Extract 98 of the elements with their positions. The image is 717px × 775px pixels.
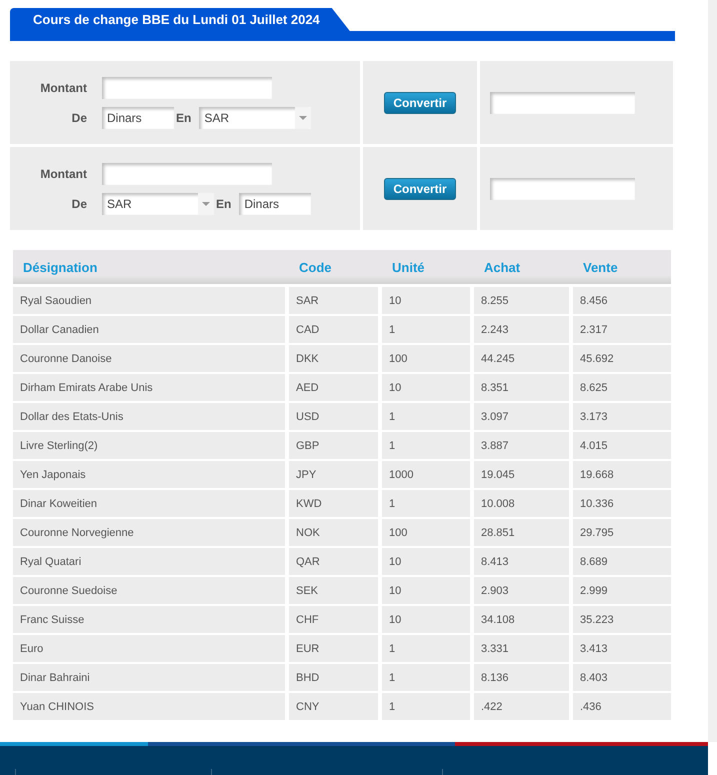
table-cell: Yuan CHINOIS xyxy=(13,693,285,720)
table-cell: 1 xyxy=(382,664,470,691)
field-label: En xyxy=(216,196,232,210)
table-cell: 8.689 xyxy=(573,548,671,575)
table-cell: Couronne Suedoise xyxy=(13,577,285,604)
table-cell: 10.336 xyxy=(573,490,671,517)
amount-field[interactable] xyxy=(102,76,272,98)
table-cell: 3.887 xyxy=(474,432,569,459)
table-cell: .422 xyxy=(474,693,569,720)
table-cell: Couronne Norvegienne xyxy=(13,519,285,546)
currency-dropdown[interactable]: SAR xyxy=(199,106,312,128)
table-cell: Couronne Danoise xyxy=(13,345,285,372)
table-cell: Dollar Canadien xyxy=(13,316,285,343)
table-cell: JPY xyxy=(289,461,378,488)
column-header: Code xyxy=(298,260,332,274)
field-label: Montant xyxy=(39,166,87,180)
table-cell: 8.456 xyxy=(573,287,671,314)
table-cell: AED xyxy=(289,374,378,401)
table-cell: 8.351 xyxy=(474,374,569,401)
table-cell: USD xyxy=(289,403,378,430)
table-cell: Euro xyxy=(13,635,285,662)
column-header: Désignation xyxy=(22,260,98,274)
table-cell: Dollar des Etats-Unis xyxy=(13,403,285,430)
table-cell: CHF xyxy=(289,606,378,633)
table-cell: 29.795 xyxy=(573,519,671,546)
table-cell: EUR xyxy=(289,635,378,662)
table-cell: 10 xyxy=(382,374,470,401)
result-field[interactable] xyxy=(490,178,635,200)
table-cell: 3.413 xyxy=(573,635,671,662)
table-cell: 2.243 xyxy=(474,316,569,343)
table-cell: GBP xyxy=(289,432,378,459)
table-cell: .436 xyxy=(573,693,671,720)
table-cell: 100 xyxy=(382,345,470,372)
table-cell: 8.413 xyxy=(474,548,569,575)
table-cell: 8.403 xyxy=(573,664,671,691)
table-cell: 2.903 xyxy=(474,577,569,604)
column-header: Vente xyxy=(582,260,619,274)
currency-field[interactable]: Dinars xyxy=(239,192,312,214)
table-cell: 10 xyxy=(382,577,470,604)
table-cell: 10.008 xyxy=(474,490,569,517)
table-cell: Ryal Saoudien xyxy=(13,287,285,314)
table-cell: 10 xyxy=(382,606,470,633)
table-cell: CNY xyxy=(289,693,378,720)
table-cell: Dirham Emirats Arabe Unis xyxy=(13,374,285,401)
table-cell: 45.692 xyxy=(573,345,671,372)
caret-icon xyxy=(299,116,308,120)
table-cell: NOK xyxy=(289,519,378,546)
currency-dropdown[interactable]: SAR xyxy=(102,192,214,214)
table-cell: 2.317 xyxy=(573,316,671,343)
table-cell: 1 xyxy=(382,432,470,459)
table-cell: Dinar Bahraini xyxy=(13,664,285,691)
caret-icon xyxy=(202,202,210,206)
table-cell: CAD xyxy=(289,316,378,343)
field-label: Montant xyxy=(39,80,87,94)
currency-field[interactable]: Dinars xyxy=(102,106,174,128)
table-cell: Livre Sterling(2) xyxy=(13,432,285,459)
table-cell: 3.097 xyxy=(474,403,569,430)
table-cell: Yen Japonais xyxy=(13,461,285,488)
table-cell: DKK xyxy=(289,345,378,372)
table-cell: KWD xyxy=(289,490,378,517)
table-cell: 1 xyxy=(382,693,470,720)
table-cell: 35.223 xyxy=(573,606,671,633)
column-header: Achat xyxy=(483,260,522,274)
field-label: En xyxy=(176,110,192,124)
table-cell: 1000 xyxy=(382,461,470,488)
table-cell: 1 xyxy=(382,490,470,517)
table-cell: 1 xyxy=(382,403,470,430)
table-cell: 3.173 xyxy=(573,403,671,430)
amount-field[interactable] xyxy=(102,162,272,184)
table-cell: 44.245 xyxy=(474,345,569,372)
table-cell: SAR xyxy=(289,287,378,314)
table-cell: 3.331 xyxy=(474,635,569,662)
convert-button[interactable]: Convertir xyxy=(384,92,456,114)
table-cell: 2.999 xyxy=(573,577,671,604)
table-cell: Dinar Koweitien xyxy=(13,490,285,517)
table-cell: SEK xyxy=(289,577,378,604)
table-cell: 19.668 xyxy=(573,461,671,488)
table-cell: BHD xyxy=(289,664,378,691)
field-label: De xyxy=(70,110,87,124)
field-label: De xyxy=(70,196,87,210)
table-cell: Franc Suisse xyxy=(13,606,285,633)
table-cell: 8.625 xyxy=(573,374,671,401)
table-cell: QAR xyxy=(289,548,378,575)
table-cell: 10 xyxy=(382,287,470,314)
column-header: Unité xyxy=(391,260,426,274)
table-cell: 1 xyxy=(382,635,470,662)
table-cell: 4.015 xyxy=(573,432,671,459)
table-cell: 100 xyxy=(382,519,470,546)
table-cell: 8.136 xyxy=(474,664,569,691)
table-cell: 8.255 xyxy=(474,287,569,314)
table-cell: 34.108 xyxy=(474,606,569,633)
table-cell: Ryal Quatari xyxy=(13,548,285,575)
table-cell: 19.045 xyxy=(474,461,569,488)
table-cell: 10 xyxy=(382,548,470,575)
table-cell: 28.851 xyxy=(474,519,569,546)
table-cell: 1 xyxy=(382,316,470,343)
convert-button[interactable]: Convertir xyxy=(384,178,456,200)
result-field[interactable] xyxy=(490,92,635,114)
